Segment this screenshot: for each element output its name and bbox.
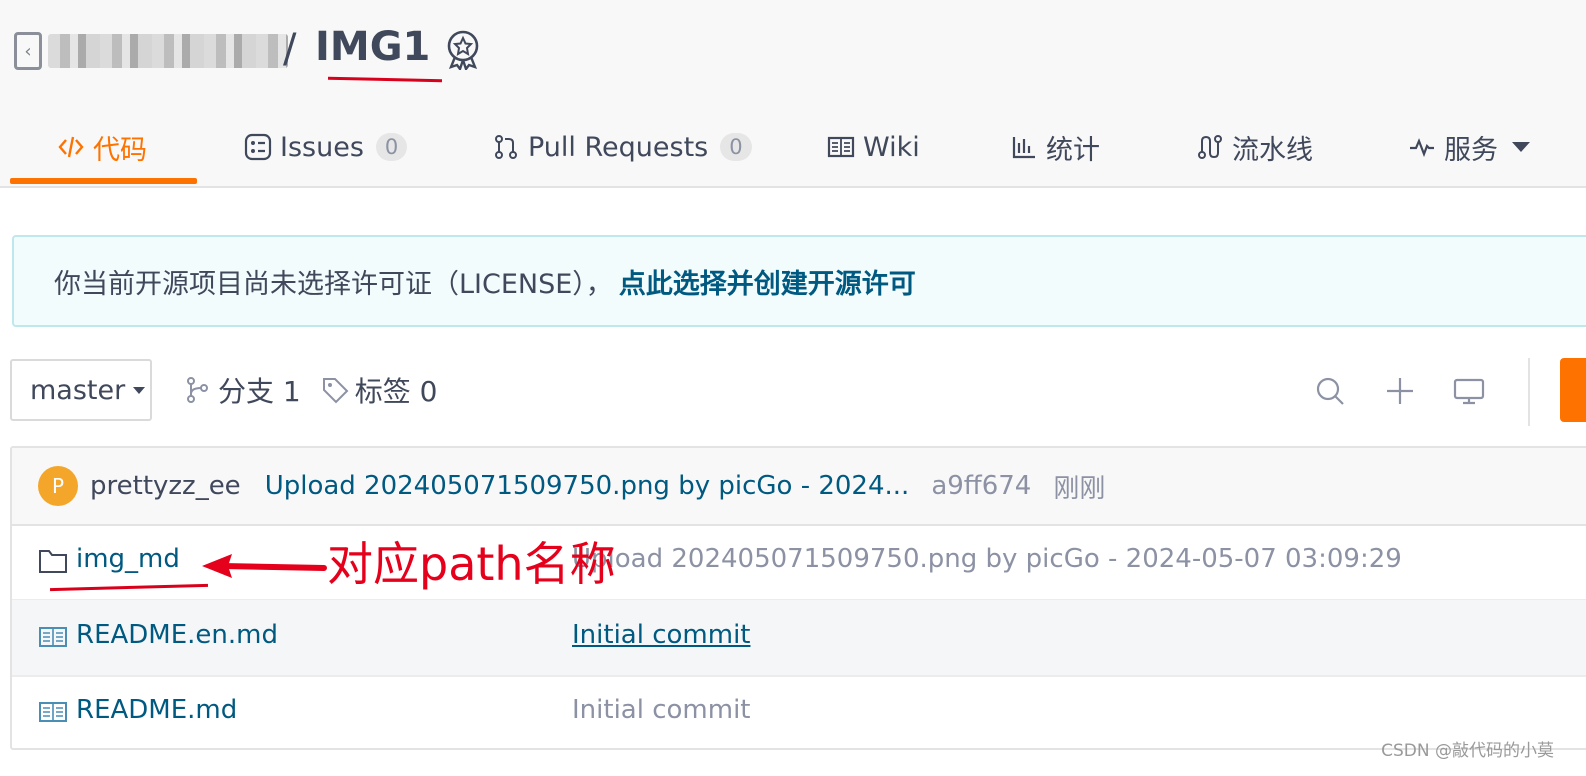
tab-label: 统计 bbox=[1046, 134, 1100, 166]
tab-statistics[interactable]: 统计 bbox=[1010, 110, 1100, 184]
pull-request-icon bbox=[492, 133, 520, 161]
tab-code[interactable]: 代码 bbox=[57, 110, 147, 184]
search-icon[interactable] bbox=[1314, 375, 1346, 407]
back-arrow-icon[interactable]: ‹ bbox=[14, 32, 42, 70]
tab-label: 流水线 bbox=[1232, 134, 1313, 166]
tab-label: 代码 bbox=[93, 134, 147, 166]
tab-issues[interactable]: Issues 0 bbox=[244, 110, 408, 184]
tab-services[interactable]: 服务 bbox=[1408, 110, 1530, 184]
readme-book-icon bbox=[39, 627, 67, 647]
create-license-link[interactable]: 点此选择并创建开源许可 bbox=[619, 262, 916, 301]
award-medal-icon[interactable] bbox=[444, 30, 482, 70]
file-table: P prettyzz_ee Upload 202405071509750.png… bbox=[10, 446, 1586, 750]
toolbar-divider bbox=[1528, 358, 1530, 426]
file-name-link[interactable]: README.md bbox=[76, 695, 237, 725]
active-tab-indicator bbox=[10, 178, 197, 184]
repo-tabs: 代码 Issues 0 Pull Requests 0 Wiki 统计 流水线 … bbox=[10, 110, 1586, 186]
issues-count-badge: 0 bbox=[375, 133, 408, 161]
repo-name[interactable]: IMG1 bbox=[315, 24, 430, 70]
tab-wiki[interactable]: Wiki bbox=[827, 110, 920, 184]
file-name-link[interactable]: img_md bbox=[76, 544, 180, 574]
tab-label: 服务 bbox=[1444, 134, 1498, 166]
license-notice: 你当前开源项目尚未选择许可证（LICENSE）， 点此选择并创建开源许可 bbox=[12, 235, 1586, 327]
repo-header: ‹ / IMG1 代码 Issues 0 Pull Requests 0 Wik… bbox=[0, 0, 1586, 188]
watermark: CSDN @敲代码的小莫 bbox=[1381, 741, 1554, 761]
branches-link[interactable]: 分支 1 bbox=[218, 370, 301, 410]
bar-chart-icon bbox=[1010, 133, 1038, 161]
branch-icon bbox=[184, 376, 212, 404]
tags-link[interactable]: 标签 0 bbox=[355, 370, 438, 410]
latest-commit-row: P prettyzz_ee Upload 202405071509750.png… bbox=[12, 448, 1586, 526]
book-icon bbox=[827, 133, 855, 161]
branch-selector[interactable]: master bbox=[10, 359, 152, 421]
tab-label: Pull Requests bbox=[528, 131, 709, 163]
file-commit-message[interactable]: Initial commit bbox=[572, 620, 750, 650]
tab-pipeline[interactable]: 流水线 bbox=[1196, 110, 1313, 184]
tag-icon bbox=[321, 376, 349, 404]
branch-name: master bbox=[30, 374, 126, 406]
folder-icon bbox=[39, 550, 67, 573]
caret-down-icon bbox=[133, 386, 146, 394]
branch-tag-info: 分支 1 标签 0 bbox=[184, 370, 437, 410]
commit-sha[interactable]: a9ff674 bbox=[931, 471, 1031, 501]
license-notice-text: 你当前开源项目尚未选择许可证（LICENSE）， bbox=[54, 268, 613, 300]
chevron-down-icon bbox=[1512, 142, 1530, 152]
table-row[interactable]: README.en.md Initial commit bbox=[12, 600, 1586, 677]
table-row[interactable]: README.md Initial commit bbox=[12, 675, 1586, 748]
pipeline-icon bbox=[1196, 133, 1224, 161]
file-name-link[interactable]: README.en.md bbox=[76, 620, 278, 650]
clone-download-button[interactable] bbox=[1560, 358, 1586, 422]
tab-pull-requests[interactable]: Pull Requests 0 bbox=[492, 110, 752, 184]
commit-message-link[interactable]: Upload 202405071509750.png by picGo - 20… bbox=[265, 471, 910, 501]
add-icon[interactable] bbox=[1384, 375, 1416, 407]
path-separator: / bbox=[283, 26, 297, 72]
pr-count-badge: 0 bbox=[720, 133, 752, 161]
owner-name-redacted[interactable] bbox=[48, 34, 288, 68]
annotation-arrow bbox=[202, 554, 327, 578]
commit-time: 刚刚 bbox=[1053, 473, 1106, 504]
commit-author[interactable]: prettyzz_ee bbox=[90, 471, 241, 501]
file-commit-message[interactable]: Upload 202405071509750.png by picGo - 20… bbox=[572, 544, 1402, 574]
avatar[interactable]: P bbox=[38, 466, 78, 506]
issues-icon bbox=[244, 133, 272, 161]
tab-label: Wiki bbox=[863, 131, 920, 163]
annotation-text: 对应path名称 bbox=[327, 537, 616, 591]
tab-label: Issues bbox=[280, 131, 364, 163]
file-commit-message[interactable]: Initial commit bbox=[572, 695, 750, 725]
pulse-icon bbox=[1408, 133, 1436, 161]
annotation-underline-repo bbox=[327, 76, 443, 83]
repo-owner[interactable]: ‹ bbox=[14, 28, 288, 74]
readme-book-icon bbox=[39, 702, 67, 722]
web-ide-icon[interactable] bbox=[1453, 375, 1485, 407]
code-icon bbox=[57, 133, 85, 161]
